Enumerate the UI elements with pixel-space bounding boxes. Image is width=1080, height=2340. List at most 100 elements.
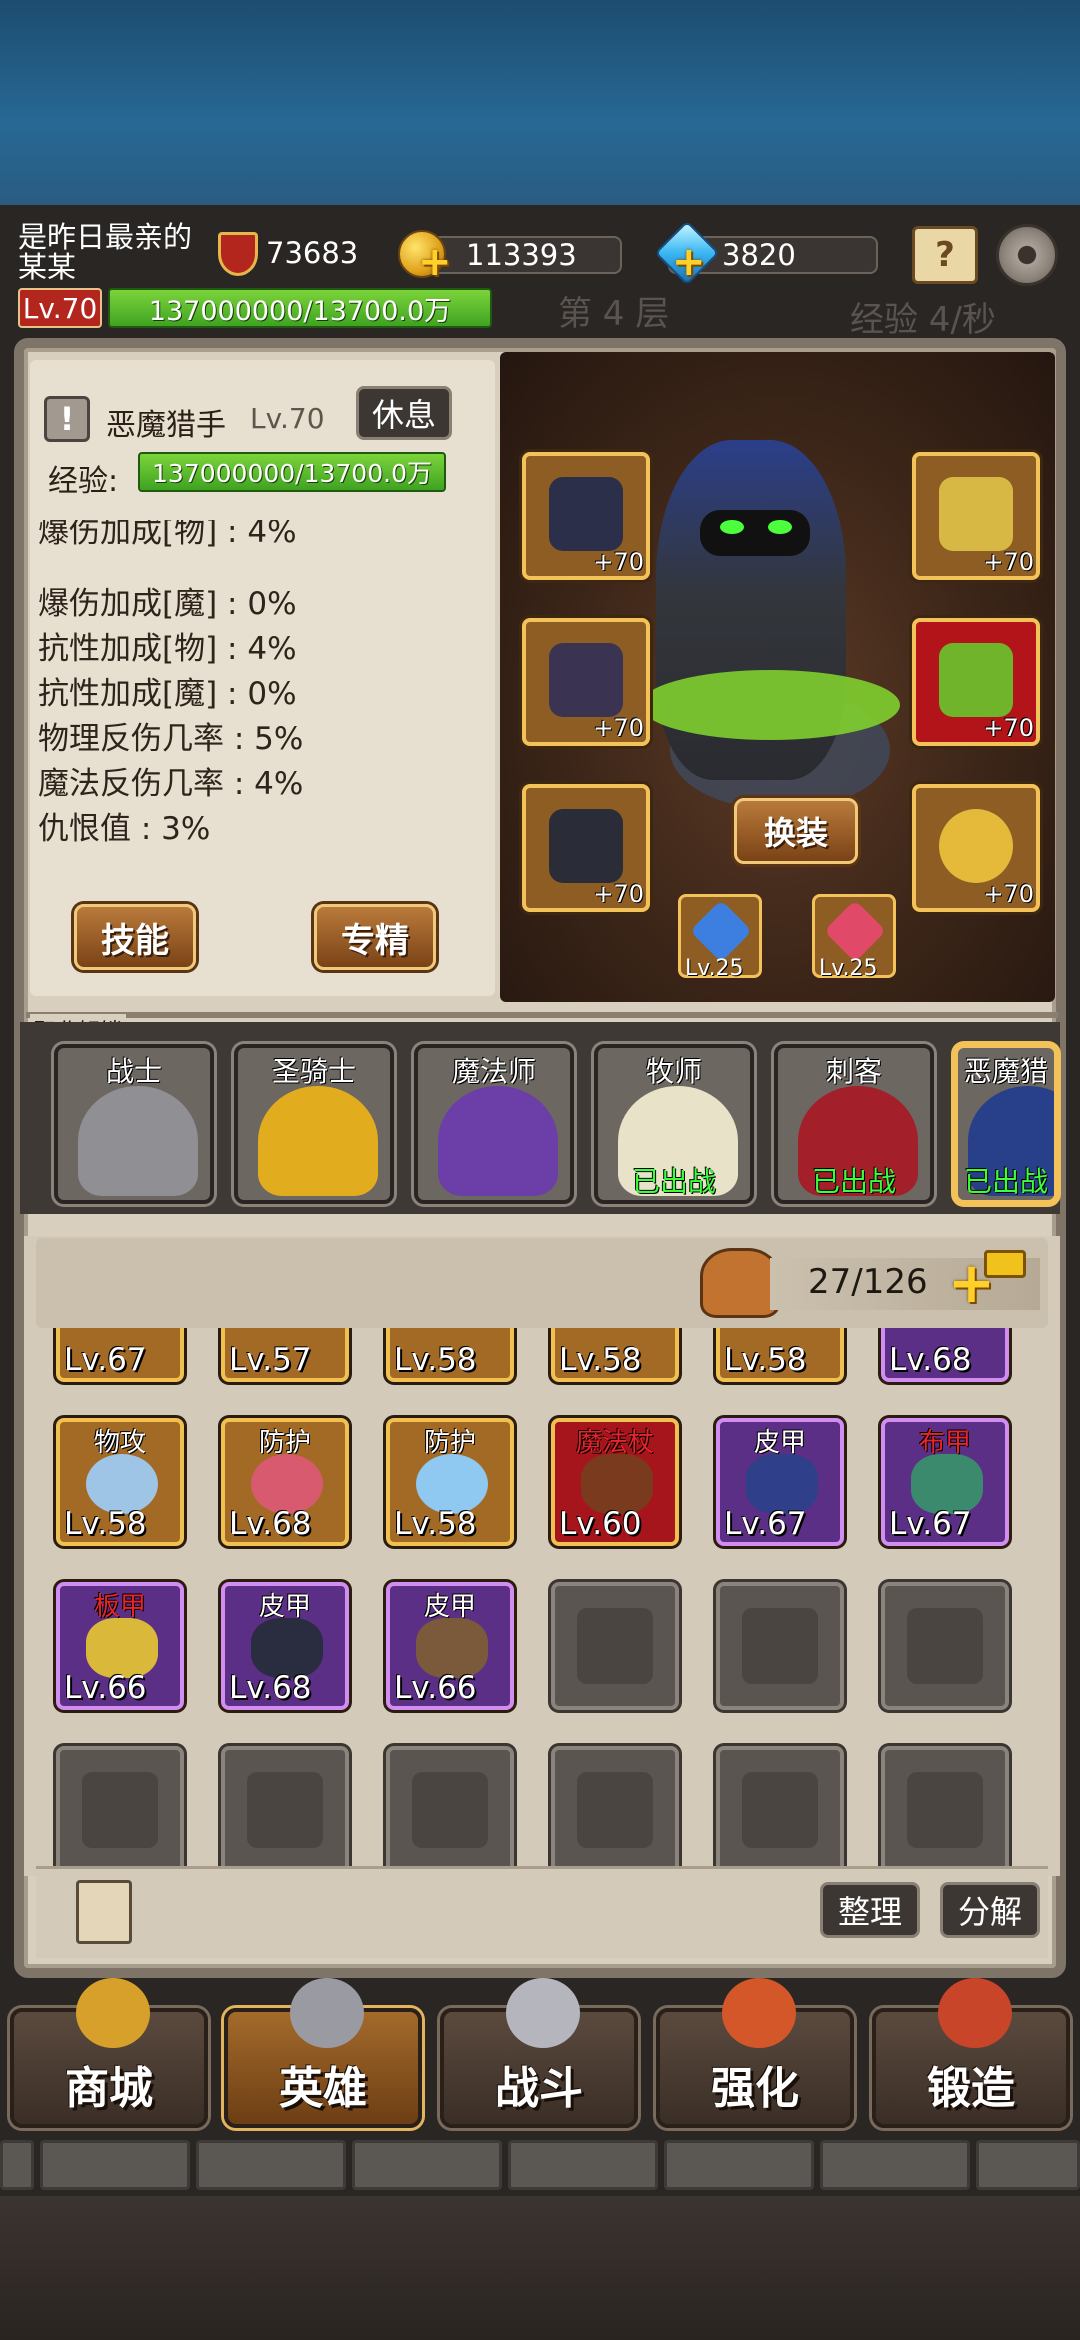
hero-exp-bar: 137000000/13700.0万 xyxy=(138,452,446,492)
item-level: Lv.58 xyxy=(394,1506,477,1542)
empty-slot[interactable] xyxy=(221,1746,349,1868)
equip-slot-boots[interactable]: +70 xyxy=(522,784,650,912)
equip-slot-accessory[interactable]: +70 xyxy=(912,452,1040,580)
add-gem-icon[interactable]: + xyxy=(672,242,706,282)
equip-slot-ring[interactable]: +70 xyxy=(912,784,1040,912)
empty-slot[interactable] xyxy=(716,1582,844,1710)
inventory-item[interactable]: 皮甲 Lv.68 xyxy=(221,1582,349,1710)
class-name: 刺客 xyxy=(825,1055,882,1088)
viking-helmet-icon xyxy=(290,1978,364,2048)
inventory-item[interactable]: 布甲 Lv.67 xyxy=(881,1418,1009,1546)
item-type: 布甲 xyxy=(918,1428,971,1458)
empty-slot[interactable] xyxy=(881,1582,1009,1710)
hero-name: 恶魔猎手 xyxy=(106,408,226,443)
hero-level: Lv.70 xyxy=(250,402,325,435)
floor-brick xyxy=(664,2140,814,2190)
rune-slot[interactable]: Lv.25 xyxy=(812,894,896,981)
inventory-item[interactable]: Lv.67 xyxy=(56,1328,184,1382)
class-card-mage[interactable]: 魔法师 xyxy=(414,1044,574,1204)
nav-forge[interactable]: 锻造 xyxy=(872,1978,1070,2128)
empty-slot[interactable] xyxy=(551,1582,679,1710)
stat-line: 抗性加成[魔] : 0% xyxy=(38,676,297,712)
empty-slot[interactable] xyxy=(881,1746,1009,1868)
inventory-item[interactable]: 皮甲 Lv.66 xyxy=(386,1582,514,1710)
class-card-priest[interactable]: 牧师 已出战 xyxy=(594,1044,754,1204)
player-name: 是昨日最亲的某某 xyxy=(18,220,193,284)
inventory-item[interactable]: Lv.57 xyxy=(221,1328,349,1382)
rest-button[interactable]: 休息 xyxy=(356,386,452,440)
class-card-warrior[interactable]: 战士 xyxy=(54,1044,214,1204)
class-name: 恶魔猎 xyxy=(964,1055,1049,1088)
empty-slot[interactable] xyxy=(56,1746,184,1868)
bonus: +70 xyxy=(983,880,1034,908)
nav-shop[interactable]: 商城 xyxy=(10,1978,208,2128)
inventory-item[interactable]: 板甲 Lv.66 xyxy=(56,1582,184,1710)
item-level: Lv.60 xyxy=(559,1506,642,1542)
class-card-paladin[interactable]: 圣骑士 xyxy=(234,1044,394,1204)
empty-slot-icon xyxy=(742,1608,818,1684)
stat-line: 魔法反伤几率 : 4% xyxy=(38,766,304,802)
plate-armor-icon xyxy=(86,1618,158,1678)
bookmark-icon[interactable] xyxy=(76,1880,132,1944)
class-status: 已出战 xyxy=(631,1165,716,1198)
empty-slot[interactable] xyxy=(716,1746,844,1868)
gem-shards-icon xyxy=(939,476,1013,551)
class-card-demon-hunter[interactable]: 恶魔猎 已出战 xyxy=(954,1044,1058,1204)
mage-hat-icon xyxy=(438,1086,558,1196)
class-name: 牧师 xyxy=(645,1055,702,1088)
empty-slot-icon xyxy=(577,1608,653,1684)
leather-armor-icon xyxy=(251,1618,323,1678)
stat-line: 物理反伤几率 : 5% xyxy=(38,721,304,757)
inventory-item[interactable]: 魔法杖 Lv.60 xyxy=(551,1418,679,1546)
specialty-button[interactable]: 专精 xyxy=(314,904,436,970)
equip-slot-armor[interactable]: +70 xyxy=(522,618,650,746)
equip-slot-helmet[interactable]: +70 xyxy=(522,452,650,580)
stat-line: 仇恨值 : 3% xyxy=(38,811,211,847)
empty-slot[interactable] xyxy=(386,1746,514,1868)
equip-slot-weapon[interactable]: +70 xyxy=(912,618,1040,746)
decompose-button[interactable]: 分解 xyxy=(940,1882,1040,1938)
inventory-item[interactable]: Lv.58 xyxy=(386,1328,514,1382)
inventory-item[interactable]: Lv.68 xyxy=(881,1328,1009,1382)
nav-battle[interactable]: 战斗 xyxy=(440,1978,638,2128)
warning-icon[interactable]: ! xyxy=(44,396,90,442)
nav-label: 商城 xyxy=(65,2063,153,2114)
item-type: 皮甲 xyxy=(423,1592,476,1622)
armor-icon xyxy=(549,642,623,717)
video-ad-icon[interactable] xyxy=(984,1250,1026,1278)
ring-icon xyxy=(86,1454,158,1514)
hero-eye xyxy=(720,520,744,534)
nav-label: 强化 xyxy=(711,2063,799,2114)
bag-capacity: 27/126 xyxy=(808,1262,928,1302)
nav-hero[interactable]: 英雄 xyxy=(224,1978,422,2128)
paladin-helmet-icon xyxy=(258,1086,378,1196)
empty-slot-icon xyxy=(742,1772,818,1848)
inventory-item[interactable]: 防护 Lv.68 xyxy=(221,1418,349,1546)
nav-enhance[interactable]: 强化 xyxy=(656,1978,854,2128)
empty-slot-icon xyxy=(577,1772,653,1848)
hammer-anvil-icon xyxy=(722,1978,796,2048)
skill-button[interactable]: 技能 xyxy=(74,904,196,970)
inventory-item[interactable]: Lv.58 xyxy=(551,1328,679,1382)
guide-book-icon[interactable]: ? xyxy=(912,226,978,284)
add-gold-icon[interactable]: + xyxy=(418,242,452,282)
inventory-item[interactable]: 防护 Lv.58 xyxy=(386,1418,514,1546)
item-type: 魔法杖 xyxy=(575,1428,654,1458)
floor-brick xyxy=(820,2140,970,2190)
settings-gear-icon[interactable] xyxy=(996,224,1058,286)
item-level: Lv.58 xyxy=(394,1342,477,1378)
inventory-item[interactable]: 物攻 Lv.58 xyxy=(56,1418,184,1546)
change-outfit-button[interactable]: 换装 xyxy=(734,798,858,864)
inventory-item[interactable]: 皮甲 Lv.67 xyxy=(716,1418,844,1546)
glaive-weapon xyxy=(640,670,900,740)
inventory-item[interactable]: Lv.58 xyxy=(716,1328,844,1382)
glaive-icon xyxy=(939,642,1013,717)
hero-mask xyxy=(700,510,810,556)
sort-button[interactable]: 整理 xyxy=(820,1882,920,1938)
bonus: +70 xyxy=(593,548,644,576)
rune-slot[interactable]: Lv.25 xyxy=(678,894,762,981)
empty-slot[interactable] xyxy=(551,1746,679,1868)
inventory-grid[interactable]: Lv.67 Lv.57 Lv.58 Lv.58 Lv.58 Lv.68 物攻 Lv… xyxy=(36,1328,1048,1868)
class-card-assassin[interactable]: 刺客 已出战 xyxy=(774,1044,934,1204)
player-exp-bar: 137000000/13700.0万 xyxy=(108,288,492,328)
